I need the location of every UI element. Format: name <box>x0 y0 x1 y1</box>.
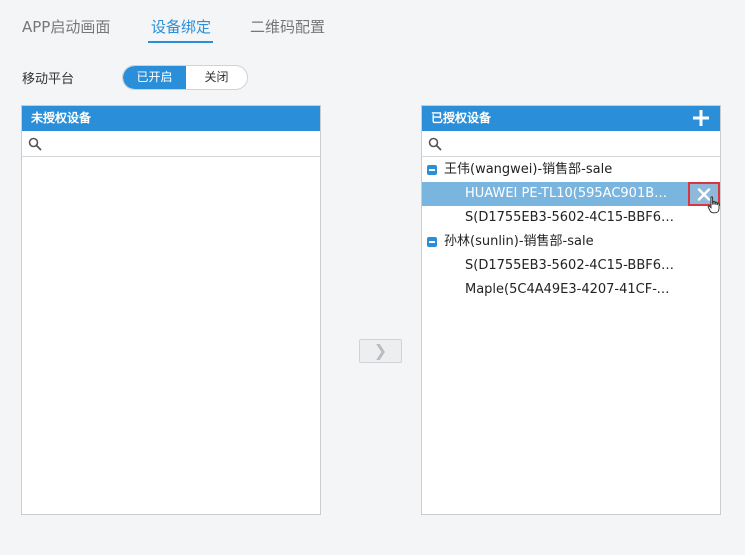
tree-device-row[interactable]: HUAWEI PE-TL10(595AC901B7B6... <box>422 182 720 206</box>
unauthorized-devices-panel: 未授权设备 <box>21 105 321 515</box>
tab-bar: APP启动画面 设备绑定 二维码配置 <box>0 0 745 48</box>
toggle-off-option[interactable]: 关闭 <box>186 66 247 89</box>
tree-device-row[interactable]: S(D1755EB3-5602-4C15-BBF6-97... <box>422 206 720 230</box>
tree-group-row[interactable]: 孙林(sunlin)-销售部-sale <box>422 230 720 254</box>
mobile-platform-label: 移动平台 <box>22 72 75 87</box>
tab-qr-code-config[interactable]: 二维码配置 <box>250 16 325 37</box>
unauthorized-search-bar <box>22 131 320 157</box>
add-icon[interactable] <box>691 108 711 128</box>
unauthorized-search-input[interactable] <box>46 134 315 154</box>
device-label: S(D1755EB3-5602-4C15-BBF6-97... <box>465 210 675 225</box>
toggle-on-option[interactable]: 已开启 <box>123 66 186 89</box>
device-label: S(D1755EB3-5602-4C15-BBF6-97... <box>465 258 675 273</box>
active-tab-indicator <box>148 41 213 43</box>
search-icon <box>428 137 442 151</box>
device-label: HUAWEI PE-TL10(595AC901B7B6... <box>465 186 675 201</box>
device-label: Maple(5C4A49E3-4207-41CF-B28... <box>465 282 675 297</box>
mobile-platform-toggle: 已开启 关闭 <box>122 65 248 90</box>
collapse-icon[interactable] <box>427 237 437 247</box>
authorized-search-input[interactable] <box>446 134 715 154</box>
authorized-devices-panel: 已授权设备 王伟(wangwei)-销售部-sale HUAWEI PE-TL1… <box>421 105 721 515</box>
tree-device-row[interactable]: Maple(5C4A49E3-4207-41CF-B28... <box>422 278 720 302</box>
authorized-search-bar <box>422 131 720 157</box>
group-label: 王伟(wangwei)-销售部-sale <box>444 162 613 177</box>
tree-group-row[interactable]: 王伟(wangwei)-销售部-sale <box>422 158 720 182</box>
close-icon <box>697 188 711 201</box>
unauthorized-devices-title: 未授权设备 <box>31 111 92 125</box>
move-to-authorized-button[interactable]: ❯ <box>359 339 402 363</box>
delete-device-button[interactable] <box>688 182 720 206</box>
authorized-devices-header: 已授权设备 <box>422 106 720 131</box>
tab-device-binding[interactable]: 设备绑定 <box>151 16 211 37</box>
tree-device-row[interactable]: S(D1755EB3-5602-4C15-BBF6-97... <box>422 254 720 278</box>
authorized-devices-title: 已授权设备 <box>431 111 492 125</box>
group-label: 孙林(sunlin)-销售部-sale <box>444 234 594 249</box>
tab-app-launch-screen[interactable]: APP启动画面 <box>22 16 110 37</box>
unauthorized-devices-header: 未授权设备 <box>22 106 320 131</box>
collapse-icon[interactable] <box>427 165 437 175</box>
search-icon <box>28 137 42 151</box>
